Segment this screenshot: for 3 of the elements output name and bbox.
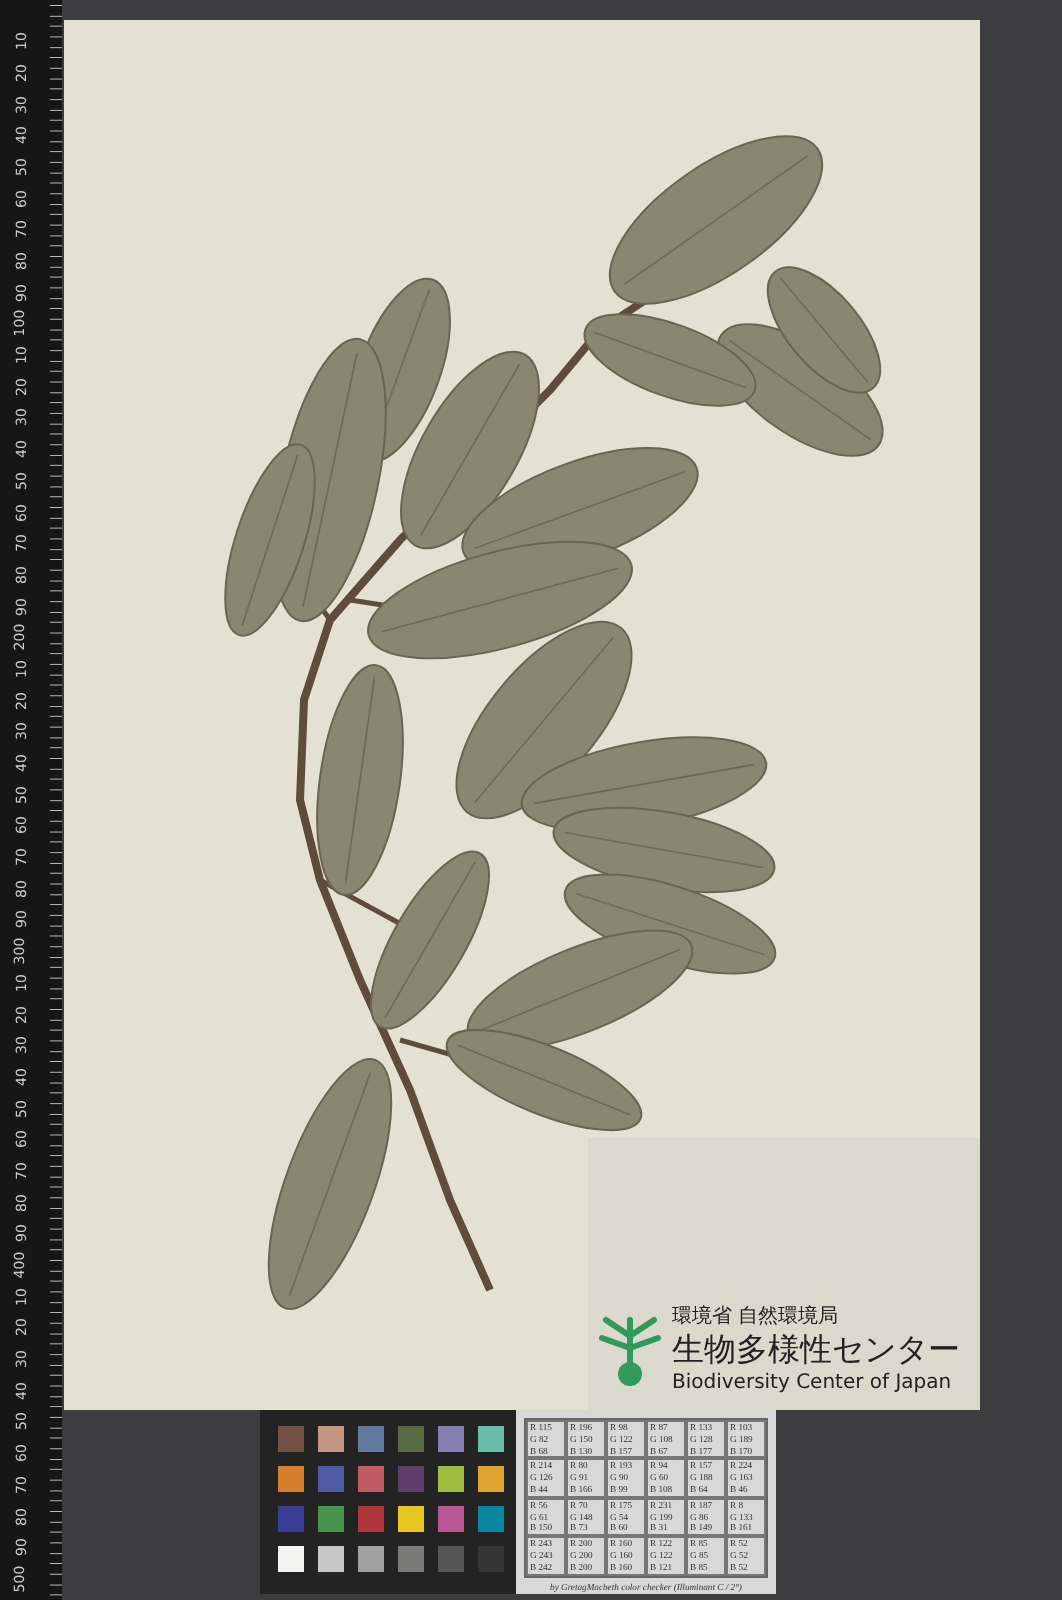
agency-name: 環境省 自然環境局 xyxy=(672,1303,841,1330)
center-name-english: Biodiversity Center of Japan xyxy=(672,1372,954,1394)
center-name: 生物多様性センター xyxy=(672,1330,960,1372)
